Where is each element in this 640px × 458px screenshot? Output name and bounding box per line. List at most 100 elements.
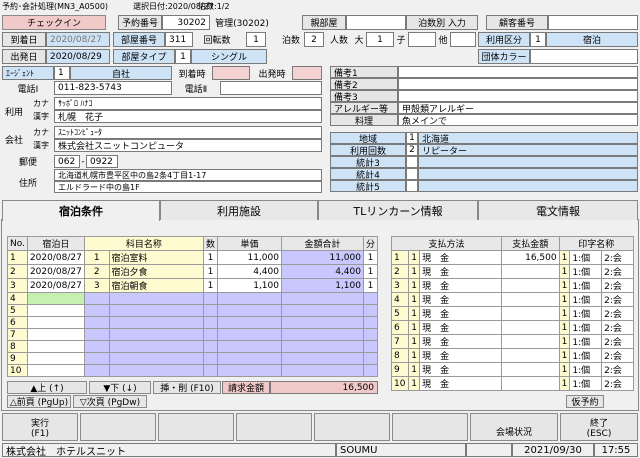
stat-code[interactable]: [406, 180, 418, 192]
table-cell[interactable]: 2:会: [601, 306, 634, 321]
table-cell[interactable]: 10: [7, 364, 28, 377]
table-cell[interactable]: 1: [408, 362, 421, 377]
allergy-field[interactable]: 甲殻類アレルギー: [398, 102, 638, 114]
f5-button[interactable]: [314, 413, 390, 441]
table-cell[interactable]: [108, 340, 204, 353]
table-cell[interactable]: [26, 292, 85, 305]
table-cell[interactable]: [202, 340, 218, 353]
table-cell[interactable]: 9: [390, 362, 410, 377]
f3-button[interactable]: [158, 413, 234, 441]
table-cell[interactable]: 宿泊朝食: [108, 278, 204, 293]
venue-status-button[interactable]: 会場状況: [470, 413, 558, 441]
table-row[interactable]: 10: [7, 364, 379, 377]
table-cell[interactable]: 1: [7, 250, 28, 265]
table-cell[interactable]: 2:会: [601, 264, 634, 279]
note1-field[interactable]: [398, 66, 638, 78]
table-cell[interactable]: 1: [558, 306, 571, 321]
payment-row[interactable]: 61現 金 1 1:個 2:会: [390, 320, 634, 335]
table-cell[interactable]: [108, 328, 204, 341]
checkin-button[interactable]: チェックイン: [2, 15, 106, 30]
table-cell[interactable]: 1: [408, 348, 421, 363]
table-cell[interactable]: [26, 304, 85, 317]
table-cell[interactable]: [362, 340, 379, 353]
addr2-field[interactable]: エルドラード中の島1F: [54, 181, 322, 193]
payment-row[interactable]: 51現 金 1 1:個 2:会: [390, 306, 634, 321]
table-cell[interactable]: [500, 348, 560, 363]
departure-date[interactable]: 2020/08/29: [46, 49, 110, 64]
table-cell[interactable]: 2:会: [601, 348, 634, 363]
table-cell[interactable]: 1:個: [569, 292, 603, 307]
table-cell[interactable]: 1:個: [569, 348, 603, 363]
table-cell[interactable]: 1: [558, 278, 571, 293]
table-cell[interactable]: 現 金: [419, 264, 502, 279]
table-cell[interactable]: 1: [558, 320, 571, 335]
table-cell[interactable]: 1: [558, 348, 571, 363]
table-cell[interactable]: [83, 364, 110, 377]
table-cell[interactable]: 1: [362, 278, 379, 293]
large-field[interactable]: 1: [366, 32, 394, 47]
exit-button[interactable]: 終了 (ESC): [560, 413, 638, 441]
table-cell[interactable]: 1: [558, 264, 571, 279]
table-cell[interactable]: [26, 340, 85, 353]
table-cell[interactable]: [280, 364, 364, 377]
note3-field[interactable]: [398, 90, 638, 102]
table-cell[interactable]: 1,100: [280, 278, 364, 293]
table-cell[interactable]: [216, 328, 282, 341]
arr-time-field[interactable]: [212, 66, 250, 80]
stat-code[interactable]: 2: [406, 144, 418, 156]
child-field[interactable]: [408, 32, 436, 47]
tab-telegram[interactable]: 電文情報: [478, 200, 638, 220]
kana-field[interactable]: ｻｯﾎﾟﾛ ﾊﾅｺ: [54, 97, 322, 110]
table-cell[interactable]: 2020/08/27: [26, 264, 85, 279]
table-cell[interactable]: 1: [202, 278, 218, 293]
table-cell[interactable]: [362, 364, 379, 377]
table-cell[interactable]: 1: [202, 250, 218, 265]
table-cell[interactable]: [500, 292, 560, 307]
table-row[interactable]: 7: [7, 328, 379, 341]
table-cell[interactable]: 1:個: [569, 362, 603, 377]
table-cell[interactable]: 現 金: [419, 320, 502, 335]
table-cell[interactable]: [83, 292, 110, 305]
table-cell[interactable]: 2: [83, 264, 110, 279]
table-cell[interactable]: 現 金: [419, 376, 502, 391]
table-cell[interactable]: 1: [408, 320, 421, 335]
table-cell[interactable]: [202, 352, 218, 365]
table-cell[interactable]: 2:会: [601, 320, 634, 335]
table-cell[interactable]: 現 金: [419, 278, 502, 293]
table-cell[interactable]: 2: [390, 264, 410, 279]
table-cell[interactable]: [280, 340, 364, 353]
table-row[interactable]: 9: [7, 352, 379, 365]
table-cell[interactable]: 1: [408, 306, 421, 321]
f4-button[interactable]: [236, 413, 312, 441]
table-cell[interactable]: 8: [390, 348, 410, 363]
tab-tl-lincoln[interactable]: TLリンカーン情報: [318, 200, 478, 220]
table-cell[interactable]: 2:会: [601, 362, 634, 377]
move-down-button[interactable]: ▼下 (↓): [89, 381, 151, 394]
table-cell[interactable]: 16,500: [500, 250, 560, 265]
table-cell[interactable]: [108, 292, 204, 305]
table-cell[interactable]: 1:個: [569, 320, 603, 335]
table-cell[interactable]: [26, 328, 85, 341]
tel1-field[interactable]: 011-823-5743: [54, 81, 172, 95]
table-cell[interactable]: 9: [7, 352, 28, 365]
table-cell[interactable]: [108, 352, 204, 365]
table-cell[interactable]: 3: [390, 278, 410, 293]
zip2-field[interactable]: 0922: [86, 155, 118, 168]
table-cell[interactable]: 1: [408, 376, 421, 391]
table-cell[interactable]: 4,400: [280, 264, 364, 279]
table-cell[interactable]: [362, 304, 379, 317]
table-cell[interactable]: [202, 292, 218, 305]
table-cell[interactable]: [280, 304, 364, 317]
f2-button[interactable]: [80, 413, 156, 441]
note2-field[interactable]: [398, 78, 638, 90]
table-cell[interactable]: [108, 316, 204, 329]
zip1-field[interactable]: 062: [54, 155, 80, 168]
move-up-button[interactable]: ▲上 (↑): [7, 381, 87, 394]
table-cell[interactable]: 現 金: [419, 292, 502, 307]
table-row[interactable]: 4: [7, 292, 379, 305]
room-no-field[interactable]: 311: [165, 32, 193, 47]
table-cell[interactable]: [108, 364, 204, 377]
table-cell[interactable]: [500, 320, 560, 335]
customer-no-field[interactable]: [548, 15, 638, 30]
execute-button[interactable]: 実行 (F1): [2, 413, 78, 441]
